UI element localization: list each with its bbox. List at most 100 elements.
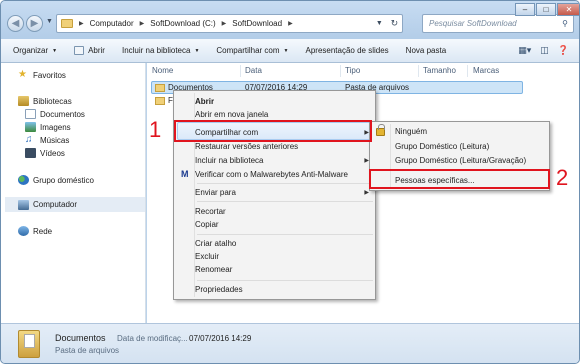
details-type: Pasta de arquivos [55, 346, 120, 355]
column-header-tags[interactable]: Marcas [473, 66, 499, 75]
column-separator[interactable] [467, 65, 468, 77]
history-dropdown-icon[interactable]: ▼ [46, 18, 53, 25]
breadcrumb-folder[interactable]: SoftDownload [232, 19, 282, 28]
column-separator[interactable] [240, 65, 241, 77]
sidebar-item-images[interactable]: Imagens [25, 122, 71, 132]
slideshow-label: Apresentação de slides [305, 46, 389, 55]
column-header-type[interactable]: Tipo [345, 66, 360, 75]
slideshow-button[interactable]: Apresentação de slides [306, 46, 389, 55]
image-icon [25, 122, 36, 132]
organize-label: Organizar [13, 46, 49, 55]
menu-item-open[interactable]: Abrir [195, 97, 214, 106]
menu-item-restore-versions[interactable]: Restaurar versões anteriores [195, 142, 298, 151]
folder-icon [155, 97, 165, 105]
menu-item-include-library[interactable]: Incluir na biblioteca [195, 156, 263, 165]
sidebar-item-computer[interactable]: Computador [5, 197, 145, 212]
sidebar-label: Computador [33, 200, 78, 209]
chevron-right-icon[interactable]: ▶ [140, 20, 145, 27]
computer-icon [18, 199, 29, 210]
breadcrumb-computer[interactable]: Computador [90, 19, 134, 28]
column-separator[interactable] [418, 65, 419, 77]
menu-item-delete[interactable]: Excluir [195, 252, 219, 261]
music-icon: ♫ [25, 134, 33, 145]
column-separator[interactable] [340, 65, 341, 77]
sidebar-label: Favoritos [33, 70, 66, 80]
sidebar-label: Imagens [40, 122, 71, 132]
refresh-icon[interactable]: ↻ [391, 18, 399, 29]
chevron-right-icon[interactable]: ▶ [79, 20, 84, 27]
menu-separator [197, 201, 373, 202]
share-with-label: Compartilhar com [216, 46, 280, 55]
menu-separator [197, 183, 373, 184]
sidebar-label: Grupo doméstico [33, 175, 94, 185]
sidebar-item-documents[interactable]: Documentos [25, 109, 85, 119]
star-icon: ★ [18, 69, 27, 80]
sidebar-item-homegroup[interactable]: Grupo doméstico [18, 175, 94, 185]
menu-item-create-shortcut[interactable]: Criar atalho [195, 239, 236, 248]
close-button[interactable]: ✕ [557, 3, 579, 16]
submenu-item-homegroup-readwrite[interactable]: Grupo Doméstico (Leitura/Gravação) [395, 156, 526, 165]
address-dropdown-icon[interactable]: ▼ [376, 20, 383, 27]
organize-button[interactable]: Organizar ▼ [13, 46, 57, 55]
column-header-date[interactable]: Data [245, 66, 262, 75]
open-button[interactable]: Abrir [74, 46, 105, 55]
details-modified-value: 07/07/2016 14:29 [189, 334, 252, 343]
sidebar-item-videos[interactable]: Vídeos [25, 148, 65, 158]
homegroup-icon [18, 175, 29, 185]
menu-item-copy[interactable]: Copiar [195, 220, 219, 229]
chevron-right-icon[interactable]: ▶ [288, 20, 293, 27]
sidebar-item-network[interactable]: Rede [18, 226, 52, 236]
maximize-button[interactable]: □ [536, 3, 556, 16]
folder-open-icon [74, 46, 85, 55]
sidebar-label: Bibliotecas [33, 96, 72, 106]
document-icon [25, 109, 36, 119]
menu-item-rename[interactable]: Renomear [195, 265, 232, 274]
sidebar-item-music[interactable]: ♫ Músicas [25, 135, 69, 145]
menu-separator [197, 234, 373, 235]
breadcrumb-drive[interactable]: SoftDownload (C:) [150, 19, 215, 28]
lock-icon [376, 124, 385, 136]
new-folder-button[interactable]: Nova pasta [406, 46, 446, 55]
include-library-button[interactable]: Incluir na biblioteca ▼ [122, 46, 199, 55]
menu-item-properties[interactable]: Propriedades [195, 285, 243, 294]
step-number-2: 2 [556, 165, 569, 190]
sidebar-item-libraries[interactable]: Bibliotecas [18, 96, 72, 106]
view-options-icon[interactable]: ▦▾ [518, 45, 531, 56]
navigation-pane: ★ Favoritos Bibliotecas Documentos Image… [1, 63, 146, 323]
back-button[interactable]: ◀ [7, 15, 24, 32]
menu-item-send-to[interactable]: Enviar para [195, 188, 236, 197]
submenu-item-homegroup-read[interactable]: Grupo Doméstico (Leitura) [395, 142, 489, 151]
folder-icon [155, 84, 165, 92]
chevron-right-icon[interactable]: ▶ [222, 20, 227, 27]
highlight-box-share [174, 120, 372, 142]
open-label: Abrir [88, 46, 105, 55]
menu-item-open-new-window[interactable]: Abrir em nova janela [195, 110, 268, 119]
column-header-size[interactable]: Tamanho [423, 66, 456, 75]
preview-pane-icon[interactable]: ◫ [540, 45, 549, 56]
minimize-button[interactable]: – [515, 3, 535, 16]
command-bar: Organizar ▼ Abrir Incluir na biblioteca … [1, 39, 579, 63]
library-icon [18, 96, 29, 106]
folder-large-icon [18, 330, 40, 358]
include-library-label: Incluir na biblioteca [121, 46, 191, 55]
menu-item-malwarebytes[interactable]: Verificar com o Malwarebytes Anti-Malwar… [195, 170, 348, 179]
sidebar-label: Rede [33, 226, 53, 236]
column-header-name[interactable]: Nome [152, 66, 173, 75]
title-bar: ◀ ▶ ▼ ▶ Computador ▶ SoftDownload (C:) ▶… [1, 1, 579, 39]
sidebar-item-favorites[interactable]: ★ Favoritos [18, 70, 66, 80]
help-icon[interactable]: ❓ [558, 45, 569, 56]
details-modified-label: Data de modificaç... [117, 334, 188, 343]
search-placeholder: Pesquisar SoftDownload [429, 19, 517, 28]
chevron-down-icon: ▼ [52, 47, 58, 54]
sidebar-label: Vídeos [40, 148, 65, 158]
new-folder-label: Nova pasta [405, 46, 447, 55]
menu-item-cut[interactable]: Recortar [195, 207, 226, 216]
network-icon [18, 226, 29, 236]
address-bar[interactable]: ▶ Computador ▶ SoftDownload (C:) ▶ SoftD… [56, 14, 403, 33]
window-controls: – □ ✕ [514, 3, 579, 16]
submenu-item-nobody[interactable]: Ninguém [395, 127, 427, 136]
search-icon[interactable]: ⚲ [562, 15, 568, 32]
search-input[interactable]: Pesquisar SoftDownload ⚲ [422, 14, 574, 33]
share-with-button[interactable]: Compartilhar com ▼ [216, 46, 288, 55]
forward-button[interactable]: ▶ [26, 15, 43, 32]
